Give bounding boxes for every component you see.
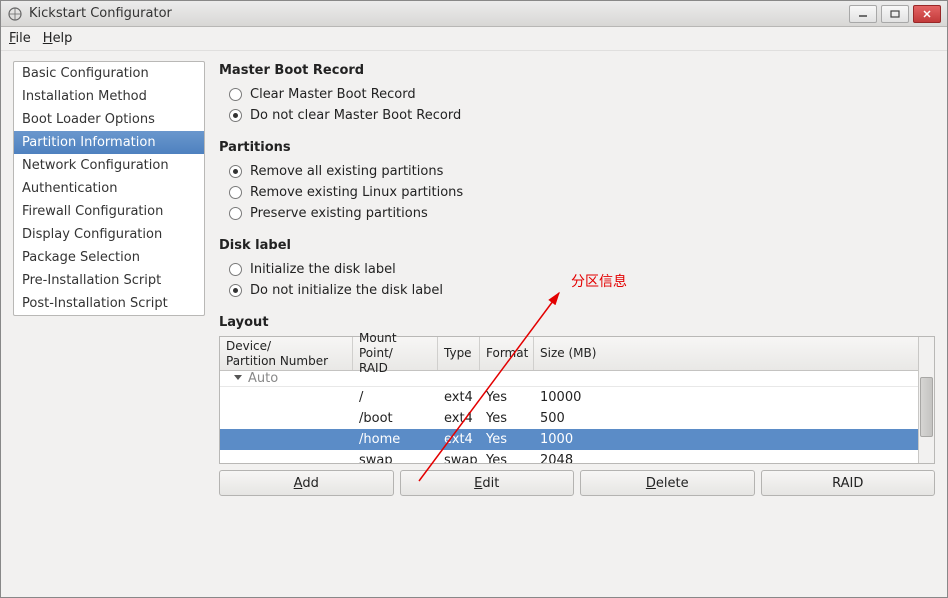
cell-format: Yes (480, 390, 534, 405)
sidebar-item[interactable]: Authentication (14, 177, 204, 200)
part-remove-linux-option[interactable]: Remove existing Linux partitions (229, 185, 935, 200)
cell-type: ext4 (438, 411, 480, 426)
cell-type: swap (438, 453, 480, 463)
sidebar-item[interactable]: Partition Information (14, 131, 204, 154)
sidebar-item[interactable]: Network Configuration (14, 154, 204, 177)
cell-format: Yes (480, 453, 534, 463)
sidebar: Basic ConfigurationInstallation MethodBo… (13, 61, 205, 316)
radio-icon (229, 263, 242, 276)
disklabel-init-option[interactable]: Initialize the disk label (229, 262, 935, 277)
sidebar-item[interactable]: Firewall Configuration (14, 200, 204, 223)
cell-size: 10000 (534, 390, 918, 405)
titlebar[interactable]: Kickstart Configurator (1, 1, 947, 27)
delete-button[interactable]: Delete (580, 470, 755, 496)
part-remove-all-label: Remove all existing partitions (250, 164, 443, 179)
table-body: Auto/ext4Yes10000/bootext4Yes500/homeext… (220, 371, 918, 463)
menubar: File Help (1, 27, 947, 51)
maximize-button[interactable] (881, 5, 909, 23)
part-preserve-label: Preserve existing partitions (250, 206, 428, 221)
col-mount[interactable]: Mount Point/ RAID (353, 337, 438, 370)
sidebar-item[interactable]: Display Configuration (14, 223, 204, 246)
col-size[interactable]: Size (MB) (534, 337, 918, 370)
table-row[interactable]: /homeext4Yes1000 (220, 429, 918, 450)
raid-button[interactable]: RAID (761, 470, 936, 496)
close-button[interactable] (913, 5, 941, 23)
mbr-heading: Master Boot Record (219, 63, 935, 78)
minimize-button[interactable] (849, 5, 877, 23)
sidebar-item[interactable]: Basic Configuration (14, 62, 204, 85)
cell-size: 1000 (534, 432, 918, 447)
button-row: Add Edit Delete RAID (219, 470, 935, 496)
table-tree-root[interactable]: Auto (220, 371, 918, 387)
sidebar-item[interactable]: Installation Method (14, 85, 204, 108)
sidebar-item[interactable]: Package Selection (14, 246, 204, 269)
window-title: Kickstart Configurator (29, 6, 849, 21)
table-row[interactable]: /ext4Yes10000 (220, 387, 918, 408)
menu-help[interactable]: Help (43, 31, 73, 46)
radio-icon (229, 186, 242, 199)
radio-icon (229, 88, 242, 101)
cell-format: Yes (480, 432, 534, 447)
part-preserve-option[interactable]: Preserve existing partitions (229, 206, 935, 221)
radio-icon (229, 207, 242, 220)
mbr-clear-label: Clear Master Boot Record (250, 87, 416, 102)
scrollbar[interactable] (918, 337, 934, 463)
part-remove-linux-label: Remove existing Linux partitions (250, 185, 463, 200)
partitions-heading: Partitions (219, 140, 935, 155)
radio-icon (229, 284, 242, 297)
cell-size: 2048 (534, 453, 918, 463)
table-header: Device/ Partition Number Mount Point/ RA… (220, 337, 918, 371)
cell-type: ext4 (438, 432, 480, 447)
radio-icon (229, 109, 242, 122)
cell-mount: /home (353, 432, 438, 447)
table-row[interactable]: swapswapYes2048 (220, 450, 918, 463)
main-panel: Master Boot Record Clear Master Boot Rec… (219, 61, 935, 585)
cell-size: 500 (534, 411, 918, 426)
mbr-noclear-option[interactable]: Do not clear Master Boot Record (229, 108, 935, 123)
chevron-down-icon (234, 375, 242, 380)
disklabel-noinit-label: Do not initialize the disk label (250, 283, 443, 298)
mbr-noclear-label: Do not clear Master Boot Record (250, 108, 461, 123)
cell-format: Yes (480, 411, 534, 426)
app-icon (7, 6, 23, 22)
menu-file[interactable]: File (9, 31, 31, 46)
mbr-clear-option[interactable]: Clear Master Boot Record (229, 87, 935, 102)
disklabel-heading: Disk label (219, 238, 935, 253)
disklabel-init-label: Initialize the disk label (250, 262, 396, 277)
cell-type: ext4 (438, 390, 480, 405)
sidebar-item[interactable]: Boot Loader Options (14, 108, 204, 131)
radio-icon (229, 165, 242, 178)
part-remove-all-option[interactable]: Remove all existing partitions (229, 164, 935, 179)
col-format[interactable]: Format (480, 337, 534, 370)
add-button[interactable]: Add (219, 470, 394, 496)
partition-table: Device/ Partition Number Mount Point/ RA… (219, 336, 935, 464)
edit-button[interactable]: Edit (400, 470, 575, 496)
sidebar-item[interactable]: Post-Installation Script (14, 292, 204, 315)
window: Kickstart Configurator File Help Basic C… (0, 0, 948, 598)
body: Basic ConfigurationInstallation MethodBo… (1, 51, 947, 597)
scrollbar-thumb[interactable] (920, 377, 933, 437)
layout-heading: Layout (219, 315, 935, 330)
cell-mount: swap (353, 453, 438, 463)
table-row[interactable]: /bootext4Yes500 (220, 408, 918, 429)
cell-mount: / (353, 390, 438, 405)
col-type[interactable]: Type (438, 337, 480, 370)
cell-mount: /boot (353, 411, 438, 426)
col-device[interactable]: Device/ Partition Number (220, 337, 353, 370)
sidebar-item[interactable]: Pre-Installation Script (14, 269, 204, 292)
window-buttons (849, 5, 941, 23)
disklabel-noinit-option[interactable]: Do not initialize the disk label (229, 283, 935, 298)
